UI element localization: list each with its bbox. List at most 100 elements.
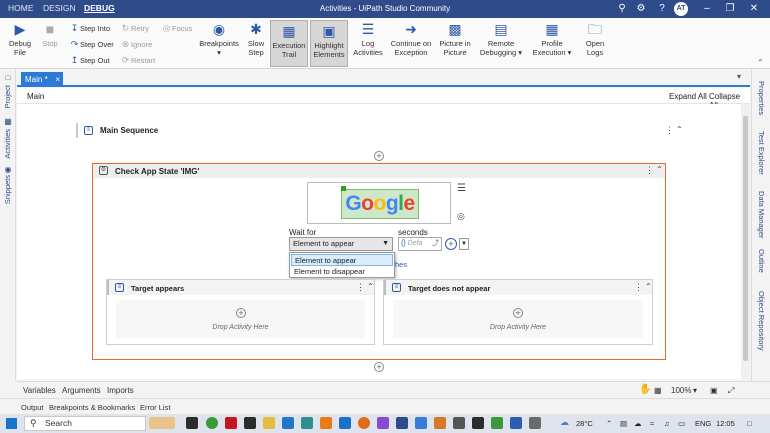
wait-for-select[interactable]: Element to appear ▼: [289, 237, 393, 251]
project-panel-tab[interactable]: Project: [3, 85, 12, 108]
hand-icon[interactable]: ✋: [639, 384, 651, 395]
chrome-icon[interactable]: [206, 417, 218, 429]
language-indicator[interactable]: ENG: [695, 419, 711, 428]
notifications-icon[interactable]: □: [747, 419, 752, 428]
chevron-down-icon[interactable]: ▾: [693, 386, 697, 395]
more-options-icon[interactable]: ⋮: [645, 165, 654, 176]
taskbar-search-box[interactable]: ⚲ Search: [24, 416, 146, 431]
chevron-down-icon[interactable]: ▾: [737, 72, 741, 81]
add-activity-icon[interactable]: +: [236, 308, 246, 318]
more-options-icon[interactable]: ⋮: [665, 125, 674, 136]
highlight-elements-button[interactable]: ▣ Highlight Elements: [310, 20, 348, 67]
battery-icon[interactable]: ▭: [678, 419, 685, 428]
add-activity-icon[interactable]: +: [513, 308, 523, 318]
firefox-icon[interactable]: [358, 417, 370, 429]
app-icon[interactable]: [491, 417, 503, 429]
remote-debugging-button[interactable]: ▤ Remote Debugging ▾: [478, 21, 524, 57]
test-explorer-panel-tab[interactable]: Test Explorer: [757, 131, 766, 175]
profile-execution-button[interactable]: ▦ Profile Execution ▾: [530, 21, 574, 57]
temperature[interactable]: 28°C: [576, 419, 593, 428]
indicate-target-icon[interactable]: ◎: [457, 211, 465, 222]
breakpoints-button[interactable]: ◉ Breakpoints ▾: [198, 21, 240, 57]
help-icon[interactable]: ?: [655, 2, 669, 16]
word-icon[interactable]: [510, 417, 522, 429]
app-icon[interactable]: [301, 417, 313, 429]
expand-all-link[interactable]: Expand All: [669, 92, 707, 101]
app-icon[interactable]: [244, 417, 256, 429]
restart-button[interactable]: ⟳ Restart: [120, 54, 155, 66]
ignore-button[interactable]: ⊗ Ignore: [120, 38, 153, 50]
error-list-tab[interactable]: Error List: [140, 403, 170, 412]
variables-tab[interactable]: Variables: [23, 386, 56, 395]
drop-zone[interactable]: + Drop Activity Here: [116, 300, 365, 338]
chevron-down-icon[interactable]: ▼: [459, 238, 469, 250]
zoom-level[interactable]: 100%: [671, 386, 691, 395]
tab-home[interactable]: HOME: [8, 3, 34, 13]
expand-editor-icon[interactable]: ⤴: [432, 238, 439, 250]
weather-icon[interactable]: ☁: [560, 417, 569, 428]
stop-button[interactable]: ■ Stop: [38, 21, 62, 48]
output-tab[interactable]: Output: [21, 403, 44, 412]
fit-screen-icon[interactable]: ▦: [654, 386, 662, 395]
netflix-icon[interactable]: [225, 417, 237, 429]
slow-step-button[interactable]: ✱ Slow Step: [245, 21, 267, 57]
vlc-icon[interactable]: [320, 417, 332, 429]
picture-in-picture-button[interactable]: ▩ Picture in Picture: [438, 21, 472, 57]
app-icon[interactable]: [377, 417, 389, 429]
breakpoints-bookmarks-tab[interactable]: Breakpoints & Bookmarks: [49, 403, 135, 412]
close-icon[interactable]: ✕: [747, 2, 761, 16]
search-icon[interactable]: ⚲: [615, 2, 629, 16]
main-sequence-header[interactable]: ≡ Main Sequence ⋮ ⌃: [76, 123, 688, 138]
collapse-icon[interactable]: ⌃: [367, 282, 374, 291]
overview-icon[interactable]: ▣: [710, 386, 718, 395]
tray-up-arrow-icon[interactable]: ⌃: [606, 419, 612, 428]
uipath-studio-icon[interactable]: [396, 417, 408, 429]
arguments-tab[interactable]: Arguments: [62, 386, 101, 395]
collapse-icon[interactable]: ⌃: [656, 165, 663, 174]
menu-icon[interactable]: ☰: [457, 183, 466, 194]
snippets-panel-tab[interactable]: Snippets: [3, 175, 12, 204]
debug-file-button[interactable]: ▶ Debug File: [5, 21, 35, 57]
avatar[interactable]: AT: [674, 2, 688, 16]
object-repository-panel-tab[interactable]: Object Repository: [757, 291, 766, 351]
step-over-button[interactable]: ↷ Step Over: [69, 38, 114, 50]
add-activity-icon[interactable]: +: [374, 151, 384, 161]
open-logs-button[interactable]: 🗀 Open Logs: [583, 21, 607, 57]
imports-tab[interactable]: Imports: [107, 386, 134, 395]
dropdown-option[interactable]: Element to appear: [291, 254, 393, 266]
data-manager-panel-tab[interactable]: Data Manager: [757, 191, 766, 239]
retry-button[interactable]: ↻ Retry: [120, 22, 149, 34]
step-into-button[interactable]: ↧ Step Into: [69, 22, 110, 34]
seconds-input[interactable]: {} Defa ⤴: [398, 237, 442, 251]
drop-zone[interactable]: + Drop Activity Here: [393, 300, 643, 338]
more-options-icon[interactable]: ⋮: [356, 282, 365, 293]
add-icon[interactable]: +: [445, 238, 457, 250]
app-icon[interactable]: [415, 417, 427, 429]
network-icon[interactable]: ▤: [620, 419, 627, 428]
collapse-icon[interactable]: ⌃: [676, 125, 683, 134]
outlook-icon[interactable]: [282, 417, 294, 429]
task-view-icon[interactable]: [186, 417, 198, 429]
app-icon[interactable]: [453, 417, 465, 429]
app-icon[interactable]: [339, 417, 351, 429]
collapse-icon[interactable]: ⌃: [645, 282, 652, 291]
dropdown-option[interactable]: Element to disappear: [291, 266, 393, 278]
step-out-button[interactable]: ↥ Step Out: [69, 54, 110, 66]
app-icon[interactable]: [472, 417, 484, 429]
log-activities-button[interactable]: ☰ Log Activities: [353, 21, 383, 57]
breadcrumb[interactable]: Main: [27, 92, 44, 101]
fullscreen-icon[interactable]: ⤢: [728, 386, 734, 396]
more-options-icon[interactable]: ⋮: [634, 282, 643, 293]
volume-icon[interactable]: ♫: [664, 419, 670, 428]
close-tab-icon[interactable]: ×: [55, 72, 60, 87]
vertical-scrollbar[interactable]: [741, 104, 750, 379]
options-link-fragment[interactable]: hes: [395, 260, 407, 269]
maximize-icon[interactable]: ❐: [723, 2, 737, 16]
wifi-icon[interactable]: ≈: [650, 419, 654, 428]
execution-trail-button[interactable]: ▦ Execution Trail: [270, 20, 308, 67]
minimize-icon[interactable]: –: [700, 2, 714, 16]
outline-panel-tab[interactable]: Outline: [757, 249, 766, 273]
app-icon[interactable]: [529, 417, 541, 429]
file-explorer-icon[interactable]: [263, 417, 275, 429]
focus-button[interactable]: ◎ Focus: [161, 22, 193, 34]
